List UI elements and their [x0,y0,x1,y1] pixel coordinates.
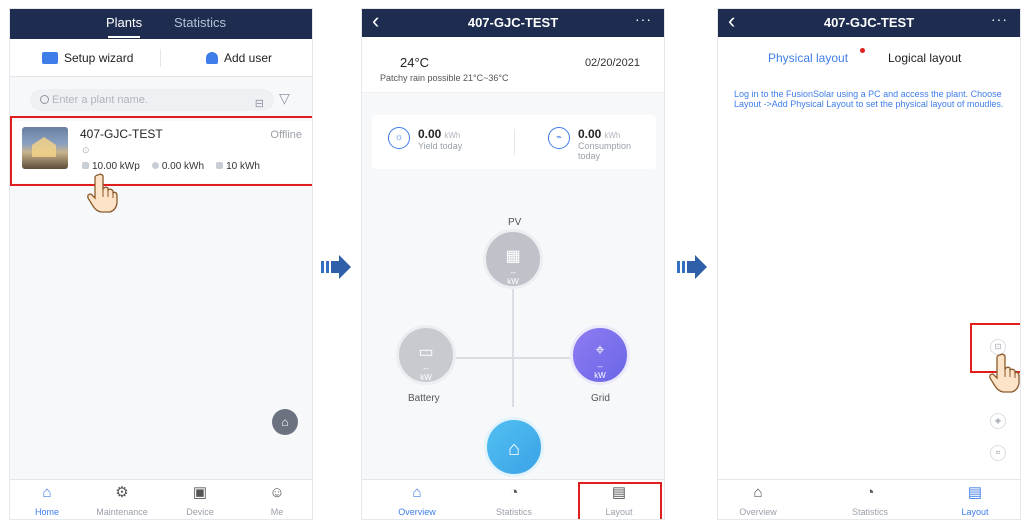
nav-device[interactable]: ▣ Device [165,483,235,517]
home-icon: ⌂ [412,484,422,501]
arrow-right-icon [677,252,707,282]
tab-statistics[interactable]: Statistics [174,15,226,30]
tap-hand-icon [988,353,1020,393]
nav-me[interactable]: ☺ Me [242,483,312,517]
grid-label: Grid [591,393,610,404]
statistics-icon: ◔ [865,484,875,501]
house-icon: ⌂ [507,438,521,460]
layout-body: Log in to the FusionSolar using a PC and… [718,73,1020,481]
search-input[interactable]: Enter a plant name. ⊟ [30,89,274,111]
home-node[interactable]: ⌂ [484,417,544,477]
grid-tower-icon: ⌖ [595,342,605,359]
add-user-icon [206,52,218,64]
divider [160,49,161,67]
layers-icon: ◈ [994,416,1002,425]
nav-statistics[interactable]: ◔ Statistics [479,483,549,517]
device-icon: ▣ [192,484,208,501]
setup-wizard-button[interactable]: Setup wizard [42,51,133,65]
bottom-nav: ⌂ Home ⚙ Maintenance ▣ Device ☺ Me [10,479,312,519]
add-user-button[interactable]: Add user [206,51,272,65]
plants-screen: Plants Statistics Setup wizard Add user … [9,8,313,520]
divider [514,129,515,155]
maintenance-icon: ⚙ [115,484,129,501]
home-icon: ⌂ [753,484,763,501]
page-title: 407-GJC-TEST [467,15,559,30]
weather-panel: 24°C Patchy rain possible 21°C~36°C 02/2… [362,37,664,93]
layers-button[interactable]: ◈ [990,413,1006,429]
weather-description: Patchy rain possible 21°C~36°C [380,73,509,83]
pv-node[interactable]: ▦ -- kW [483,229,543,289]
arrow-right-icon [321,252,351,282]
scan-icon[interactable]: ⊟ [255,93,264,115]
header-bar: ‹ 407-GJC-TEST ··· [718,9,1020,37]
search-icon [40,95,49,104]
sun-icon: ☼ [388,127,410,149]
tab-logical-layout[interactable]: Logical layout [888,51,961,65]
me-icon: ☺ [269,484,285,501]
grid-node[interactable]: ⌖ -- kW [570,325,630,385]
layout-screen: ‹ 407-GJC-TEST ··· Physical layout Logic… [717,8,1021,520]
more-icon[interactable]: ··· [991,11,1008,27]
action-bar: Setup wizard Add user [10,39,312,77]
weather-date: 02/20/2021 [584,57,640,69]
page-title: 407-GJC-TEST [823,15,915,30]
statistics-icon: ◔ [509,484,519,501]
header-bar: ‹ 407-GJC-TEST ··· [362,9,664,37]
layout-hint: Log in to the FusionSolar using a PC and… [734,89,1004,109]
fullscreen-icon: ⌗ [995,448,1001,457]
layout-tabs: Physical layout Logical layout [718,37,1020,73]
plug-icon: ⌁ [548,127,570,149]
fullscreen-button[interactable]: ⌗ [990,445,1006,461]
battery-label: Battery [408,393,440,404]
nav-maintenance[interactable]: ⚙ Maintenance [87,483,157,517]
tab-plants[interactable]: Plants [106,15,142,38]
nav-home[interactable]: ⌂ Home [12,483,82,517]
wizard-icon [42,52,58,64]
nav-statistics[interactable]: ◔ Statistics [835,483,905,517]
overview-screen: ‹ 407-GJC-TEST ··· 24°C Patchy rain poss… [361,8,665,520]
filter-icon[interactable]: ▽ [279,90,290,107]
nav-layout[interactable]: ▤ Layout [940,483,1010,517]
home-icon: ⌂ [42,484,52,501]
flow-line [512,287,514,407]
top-tabs: Plants Statistics [10,9,312,39]
notification-dot [860,48,865,53]
more-icon[interactable]: ··· [635,11,652,27]
nav-overview[interactable]: ⌂ Overview [382,483,452,517]
nav-overview[interactable]: ⌂ Overview [723,483,793,517]
solar-panel-icon: ▦ [505,248,521,265]
energy-flow-diagram: PV ▦ -- kW ▭ -- kW Battery ⌖ -- kW Grid … [362,169,664,477]
tab-physical-layout[interactable]: Physical layout [768,51,848,65]
highlight-box [578,482,662,519]
bottom-nav: ⌂ Overview ◔ Statistics ▤ Layout [718,479,1020,519]
temperature: 24°C [400,55,430,70]
highlight-box [10,116,312,186]
layout-icon: ▤ [967,484,983,501]
pv-label: PV [508,217,522,228]
battery-node[interactable]: ▭ -- kW [396,325,456,385]
plant-fab-button[interactable]: ⌂ [272,409,298,435]
battery-icon: ▭ [418,344,434,361]
tap-hand-icon [86,173,118,213]
energy-summary: ☼ 0.00 kWh Yield today ⌁ 0.00 kWh Consumpt… [372,115,656,169]
